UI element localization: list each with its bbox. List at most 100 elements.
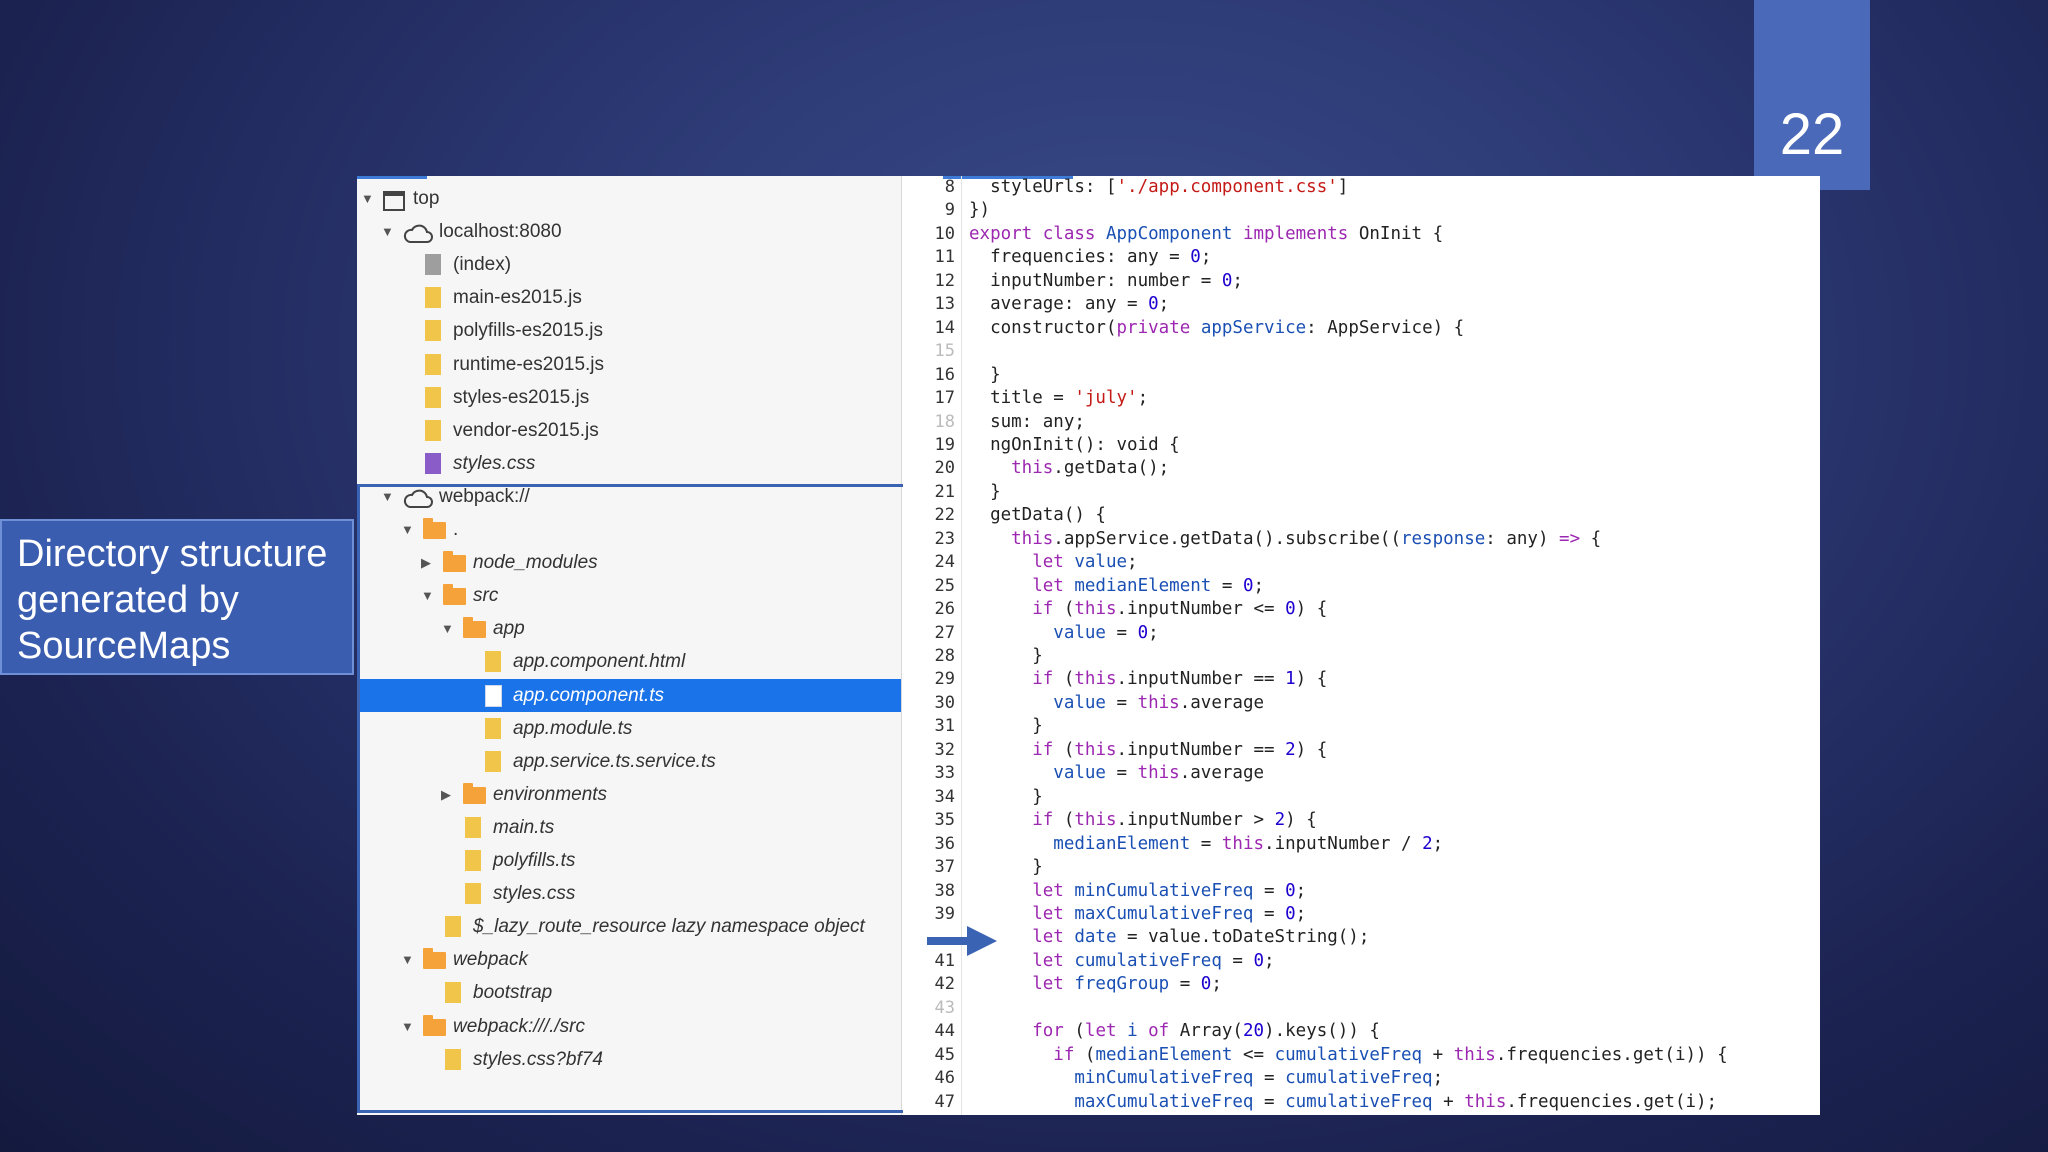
code-token: of xyxy=(1148,1021,1180,1042)
tree-item[interactable]: ▼ top xyxy=(357,182,901,215)
tree-item[interactable]: ▶ node_modules xyxy=(357,546,901,579)
code-token: ; xyxy=(1158,294,1170,315)
tree-item[interactable]: runtime-es2015.js xyxy=(357,348,901,381)
file-icon xyxy=(425,287,441,309)
line-number[interactable]: 25 xyxy=(903,575,955,598)
tree-item[interactable]: $_lazy_route_resource lazy namespace obj… xyxy=(357,910,901,943)
line-number[interactable]: 38 xyxy=(903,880,955,903)
line-number[interactable]: 43 xyxy=(903,997,955,1020)
code-token: .getData(); xyxy=(1053,458,1170,479)
code-token: = xyxy=(1169,974,1201,995)
expand-arrow-down-icon[interactable]: ▼ xyxy=(401,513,414,546)
line-number[interactable]: 28 xyxy=(903,645,955,668)
expand-arrow-down-icon[interactable]: ▼ xyxy=(441,612,454,645)
line-number[interactable]: 30 xyxy=(903,692,955,715)
tree-item[interactable]: main.ts xyxy=(357,811,901,844)
code-text: let date = value.toDateString(); xyxy=(969,926,1369,949)
line-number[interactable]: 29 xyxy=(903,668,955,691)
tree-item[interactable]: main-es2015.js xyxy=(357,281,901,314)
line-number[interactable]: 10 xyxy=(903,223,955,246)
line-number[interactable]: 35 xyxy=(903,809,955,832)
expand-arrow-right-icon[interactable]: ▶ xyxy=(441,778,451,811)
tree-item[interactable]: styles.css xyxy=(357,877,901,910)
tree-item[interactable]: ▼ src xyxy=(357,579,901,612)
expand-arrow-down-icon[interactable]: ▼ xyxy=(401,943,414,976)
line-number[interactable]: 8 xyxy=(903,176,955,199)
line-number[interactable]: 12 xyxy=(903,270,955,293)
code-text: this.getData(); xyxy=(969,457,1169,480)
code-token: ; xyxy=(1127,552,1138,573)
line-number[interactable]: 36 xyxy=(903,833,955,856)
line-number[interactable]: 17 xyxy=(903,387,955,410)
code-token: getData() { xyxy=(969,505,1106,526)
expand-arrow-down-icon[interactable]: ▼ xyxy=(361,182,374,215)
line-number[interactable]: 37 xyxy=(903,856,955,879)
tree-item[interactable]: app.service.ts.service.ts xyxy=(357,745,901,778)
line-number[interactable]: 26 xyxy=(903,598,955,621)
code-text: frequencies: any = 0; xyxy=(969,246,1211,269)
line-number[interactable]: 11 xyxy=(903,246,955,269)
tree-item[interactable]: ▼ webpack:// xyxy=(357,480,901,513)
tree-item[interactable]: ▼ webpack xyxy=(357,943,901,976)
file-icon xyxy=(465,850,481,871)
expand-arrow-down-icon[interactable]: ▼ xyxy=(381,480,394,513)
line-number[interactable]: 42 xyxy=(903,973,955,996)
tree-item[interactable]: vendor-es2015.js xyxy=(357,414,901,447)
tree-item[interactable]: app.component.ts xyxy=(357,678,901,712)
tree-item[interactable]: styles.css?bf74 xyxy=(357,1043,901,1076)
line-number[interactable]: 23 xyxy=(903,528,955,551)
code-editor[interactable]: 8 styleUrls: ['./app.component.css'] 9}) 1… xyxy=(903,176,1820,1115)
line-number[interactable]: 20 xyxy=(903,457,955,480)
tree-item[interactable]: ▼ webpack:///./src xyxy=(357,1010,901,1043)
code-text: title = 'july'; xyxy=(969,387,1148,410)
tree-item[interactable]: styles.css xyxy=(357,447,901,480)
line-number[interactable]: 15 xyxy=(903,340,955,363)
line-number[interactable]: 9 xyxy=(903,199,955,222)
tree-item-label: runtime-es2015.js xyxy=(453,353,605,375)
line-number[interactable]: 46 xyxy=(903,1067,955,1090)
tree-item[interactable]: app.component.html xyxy=(357,645,901,678)
line-number[interactable]: 22 xyxy=(903,504,955,527)
tree-item[interactable]: polyfills.ts xyxy=(357,844,901,877)
code-line: 22 getData() { xyxy=(903,504,1820,527)
line-number[interactable]: 16 xyxy=(903,364,955,387)
line-number[interactable]: 33 xyxy=(903,762,955,785)
tree-item[interactable]: ▼. xyxy=(357,513,901,546)
line-number[interactable]: 44 xyxy=(903,1020,955,1043)
expand-arrow-down-icon[interactable]: ▼ xyxy=(401,1010,414,1043)
tree-item[interactable]: app.module.ts xyxy=(357,712,901,745)
line-number[interactable]: 13 xyxy=(903,293,955,316)
code-token: ).keys()) { xyxy=(1264,1021,1380,1042)
tree-item[interactable]: styles-es2015.js xyxy=(357,381,901,414)
tree-item-label: webpack:// xyxy=(439,485,530,507)
code-line: 45 if (medianElement <= cumulativeFreq +… xyxy=(903,1044,1820,1067)
line-number[interactable]: 14 xyxy=(903,317,955,340)
code-token: constructor( xyxy=(969,317,1117,338)
code-token: 0 xyxy=(1285,599,1296,620)
code-text: styleUrls: ['./app.component.css'] xyxy=(969,176,1348,199)
line-number[interactable]: 45 xyxy=(903,1044,955,1067)
expand-arrow-down-icon[interactable]: ▼ xyxy=(421,579,434,612)
expand-arrow-down-icon[interactable]: ▼ xyxy=(381,215,394,248)
tree-item[interactable]: (index) xyxy=(357,248,901,281)
tree-item[interactable]: polyfills-es2015.js xyxy=(357,314,901,347)
line-number[interactable]: 18 xyxy=(903,411,955,434)
tree-item[interactable]: ▼ localhost:8080 xyxy=(357,215,901,248)
tree-item-label: webpack xyxy=(453,949,528,971)
tree-item[interactable]: ▶ environments xyxy=(357,778,901,811)
code-line: 8 styleUrls: ['./app.component.css'] xyxy=(903,176,1820,199)
line-number[interactable]: 47 xyxy=(903,1091,955,1114)
line-number[interactable]: 27 xyxy=(903,622,955,645)
line-number[interactable]: 31 xyxy=(903,715,955,738)
line-number[interactable]: 24 xyxy=(903,551,955,574)
tree-item[interactable]: bootstrap xyxy=(357,976,901,1009)
tree-item[interactable]: ▼ app xyxy=(357,612,901,645)
line-number[interactable]: 39 xyxy=(903,903,955,926)
code-text: for (let i of Array(20).keys()) { xyxy=(969,1020,1380,1043)
line-number[interactable]: 21 xyxy=(903,481,955,504)
line-number[interactable]: 34 xyxy=(903,786,955,809)
code-token: <= xyxy=(1232,1044,1275,1065)
line-number[interactable]: 19 xyxy=(903,434,955,457)
line-number[interactable]: 32 xyxy=(903,739,955,762)
expand-arrow-right-icon[interactable]: ▶ xyxy=(421,546,431,579)
